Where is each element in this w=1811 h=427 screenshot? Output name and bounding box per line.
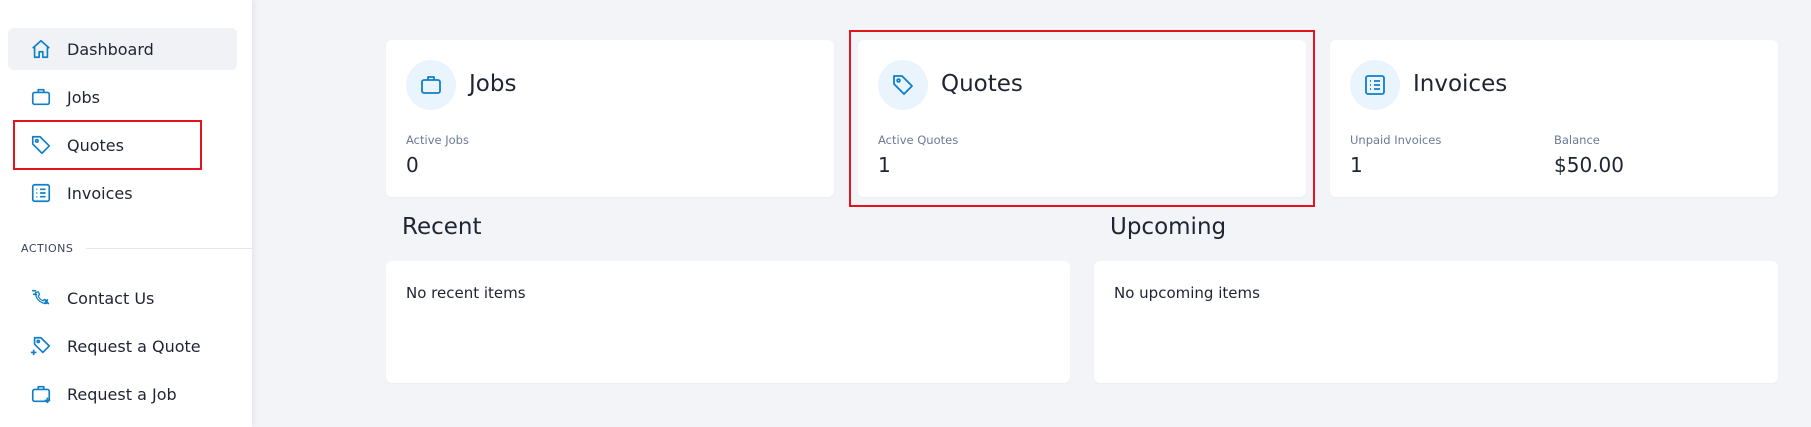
section-divider	[86, 248, 252, 249]
sidebar-item-label: Invoices	[67, 183, 133, 203]
upcoming-empty-message: No upcoming items	[1114, 284, 1260, 302]
invoice-list-icon	[1350, 60, 1400, 110]
sidebar-item-label: Dashboard	[67, 39, 154, 59]
tag-plus-icon	[30, 335, 52, 357]
sidebar-item-label: Contact Us	[67, 288, 155, 308]
upcoming-heading: Upcoming	[1110, 214, 1227, 240]
recent-items-card: No recent items	[386, 261, 1070, 383]
sidebar-item-jobs[interactable]: Jobs	[8, 76, 237, 118]
sidebar-item-label: Jobs	[67, 87, 100, 107]
invoice-list-icon	[30, 182, 52, 204]
sidebar-item-invoices[interactable]: Invoices	[8, 172, 237, 214]
sidebar-item-dashboard[interactable]: Dashboard	[8, 28, 237, 70]
sidebar-item-contact-us[interactable]: Contact Us	[8, 277, 237, 319]
quotes-stat-card[interactable]: Quotes Active Quotes 1	[858, 40, 1306, 197]
sidebar-item-request-job[interactable]: Request a Job	[8, 373, 237, 415]
actions-section-label: ACTIONS	[21, 242, 74, 255]
tag-icon	[30, 134, 52, 156]
balance-label: Balance	[1554, 133, 1600, 147]
balance-value: $50.00	[1554, 153, 1624, 177]
sidebar-item-label: Request a Quote	[67, 336, 201, 356]
sidebar-item-quotes[interactable]: Quotes	[8, 124, 237, 166]
jobs-stat-card[interactable]: Jobs Active Jobs 0	[386, 40, 834, 197]
invoices-stat-card[interactable]: Invoices Unpaid Invoices 1 Balance $50.0…	[1330, 40, 1778, 197]
briefcase-plus-icon	[30, 383, 52, 405]
active-jobs-value: 0	[406, 153, 419, 177]
unpaid-invoices-value: 1	[1350, 153, 1363, 177]
active-jobs-label: Active Jobs	[406, 133, 469, 147]
tag-icon	[878, 60, 928, 110]
upcoming-items-card: No upcoming items	[1094, 261, 1778, 383]
sidebar-item-label: Request a Job	[67, 384, 177, 404]
active-quotes-label: Active Quotes	[878, 133, 959, 147]
contact-icon	[30, 287, 52, 309]
sidebar: Dashboard Jobs Quotes Invoices ACTIONS C…	[0, 0, 252, 427]
briefcase-icon	[30, 86, 52, 108]
sidebar-item-label: Quotes	[67, 135, 124, 155]
invoices-card-title: Invoices	[1413, 71, 1508, 97]
quotes-card-title: Quotes	[941, 71, 1023, 97]
active-quotes-value: 1	[878, 153, 891, 177]
recent-heading: Recent	[402, 214, 482, 240]
recent-empty-message: No recent items	[406, 284, 526, 302]
unpaid-invoices-label: Unpaid Invoices	[1350, 133, 1442, 147]
sidebar-item-request-quote[interactable]: Request a Quote	[8, 325, 237, 367]
briefcase-icon	[406, 60, 456, 110]
home-icon	[30, 38, 52, 60]
jobs-card-title: Jobs	[469, 71, 517, 97]
